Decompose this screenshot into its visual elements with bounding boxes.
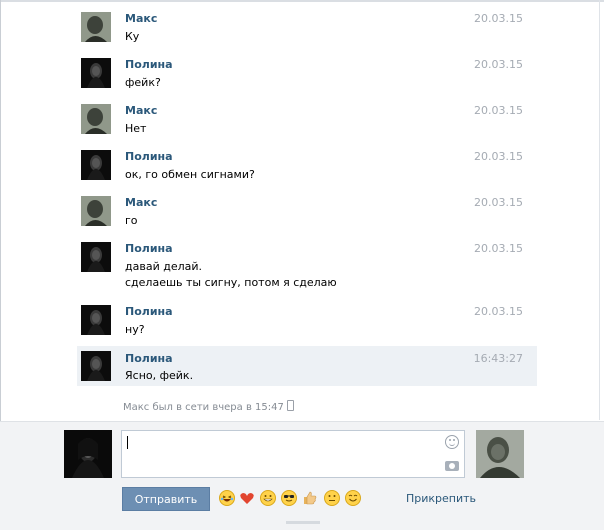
message-date[interactable]: 20.03.15: [474, 12, 523, 25]
message-text: фейк?: [125, 76, 161, 89]
grin-emoji[interactable]: [260, 490, 276, 506]
mobile-phone-icon: [286, 400, 294, 411]
message-date[interactable]: 20.03.15: [474, 242, 523, 255]
attach-link[interactable]: Прикрепить: [406, 492, 476, 505]
online-status: Макс был в сети вчера в 15:47: [123, 400, 294, 413]
resize-handle[interactable]: [286, 521, 320, 524]
message-text: Нет: [125, 122, 147, 135]
message-date[interactable]: 20.03.15: [474, 305, 523, 318]
camera-icon[interactable]: [445, 461, 459, 471]
message-row: Полина 20.03.15 фейк?: [77, 55, 537, 95]
avatar-maks[interactable]: [81, 196, 111, 226]
message-author[interactable]: Полина: [125, 58, 173, 71]
online-status-text: Макс был в сети вчера в 15:47: [123, 402, 284, 413]
message-text: го: [125, 214, 138, 227]
neutral-emoji[interactable]: [324, 490, 340, 506]
heart-emoji[interactable]: [239, 490, 255, 506]
message-author[interactable]: Макс: [125, 12, 157, 25]
message-row: Макс 20.03.15 Ку: [77, 9, 537, 49]
avatar-polina[interactable]: [81, 242, 111, 272]
avatar-maks[interactable]: [81, 12, 111, 42]
message-author[interactable]: Полина: [125, 242, 173, 255]
avatar-polina[interactable]: [81, 58, 111, 88]
interlocutor-avatar[interactable]: [476, 430, 524, 478]
smiley-icon[interactable]: [445, 435, 459, 449]
message-text: ок, го обмен сигнами?: [125, 168, 255, 181]
message-text: сделаешь ты сигну, потом я сделаю: [125, 276, 337, 289]
message-text: Ясно, фейк.: [125, 369, 194, 382]
message-date[interactable]: 20.03.15: [474, 58, 523, 71]
message-text: ну?: [125, 323, 145, 336]
window-right-border: [599, 0, 600, 420]
message-author[interactable]: Полина: [125, 305, 173, 318]
avatar-maks[interactable]: [81, 104, 111, 134]
avatar-polina[interactable]: [81, 305, 111, 335]
my-avatar[interactable]: [64, 430, 112, 478]
window-top-border: [0, 0, 604, 2]
avatar-polina[interactable]: [81, 351, 111, 381]
message-date[interactable]: 20.03.15: [474, 150, 523, 163]
text-caret: [127, 436, 128, 449]
message-date[interactable]: 20.03.15: [474, 104, 523, 117]
message-text: давай делай.: [125, 260, 203, 273]
message-text: Ку: [125, 30, 140, 43]
message-author[interactable]: Полина: [125, 352, 173, 365]
message-row-highlighted: Полина 16:43:27 Ясно, фейк.: [77, 346, 537, 386]
avatar-polina[interactable]: [81, 150, 111, 180]
message-row: Макс 20.03.15 Нет: [77, 101, 537, 141]
message-row: Полина 20.03.15 ок, го обмен сигнами?: [77, 147, 537, 187]
message-row: Полина 20.03.15 ну?: [77, 302, 537, 342]
sunglasses-emoji[interactable]: [281, 490, 297, 506]
thumbs-up-emoji[interactable]: [302, 490, 318, 506]
smile-emoji[interactable]: [345, 490, 361, 506]
laughing-emoji[interactable]: [219, 490, 235, 506]
message-author[interactable]: Макс: [125, 196, 157, 209]
message-row: Полина 20.03.15 давай делай. сделаешь ты…: [77, 239, 537, 295]
message-author[interactable]: Полина: [125, 150, 173, 163]
message-row: Макс 20.03.15 го: [77, 193, 537, 233]
message-author[interactable]: Макс: [125, 104, 157, 117]
message-date[interactable]: 20.03.15: [474, 196, 523, 209]
message-date[interactable]: 16:43:27: [474, 352, 523, 365]
send-button[interactable]: Отправить: [122, 487, 210, 511]
message-input[interactable]: [121, 430, 465, 478]
